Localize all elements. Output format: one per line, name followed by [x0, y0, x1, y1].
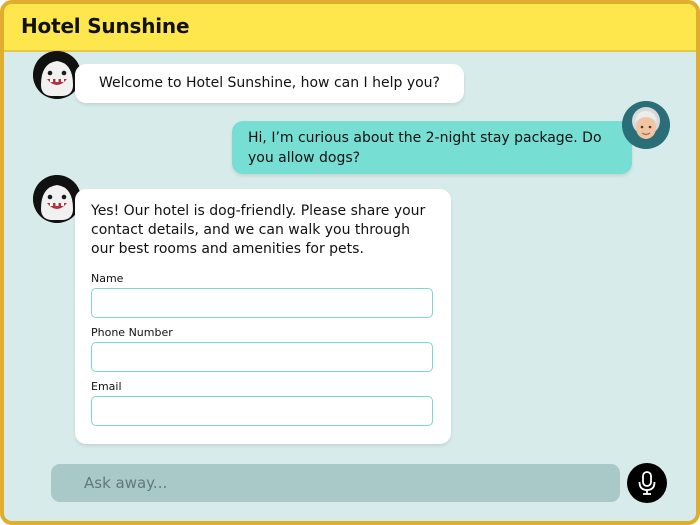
message-input[interactable]: [51, 464, 620, 502]
header-bar: Hotel Sunshine: [4, 4, 696, 52]
bot-avatar-icon: [33, 175, 81, 223]
chat-window: Hotel Sunshine Welcome to Hotel Sunshine…: [0, 0, 700, 525]
bot-message-line: contact details, and we can walk you thr…: [91, 222, 410, 238]
user-avatar-icon: [622, 101, 670, 149]
bot-avatar-icon: [33, 51, 81, 99]
name-field[interactable]: [91, 288, 433, 318]
user-message-bubble: Hi, I’m curious about the 2-night stay p…: [232, 121, 632, 174]
microphone-icon: [638, 471, 656, 495]
mic-button[interactable]: [627, 463, 667, 503]
name-label: Name: [91, 272, 124, 285]
page-title: Hotel Sunshine: [21, 14, 190, 38]
bot-message-text: Welcome to Hotel Sunshine, how can I hel…: [99, 75, 440, 91]
bot-form-bubble: Yes! Our hotel is dog-friendly. Please s…: [75, 189, 451, 444]
user-message-line: you allow dogs?: [248, 150, 361, 166]
bot-message-line: Yes! Our hotel is dog-friendly. Please s…: [91, 203, 426, 219]
bot-message-line: our best rooms and amenities for pets.: [91, 241, 364, 257]
phone-number-label: Phone Number: [91, 326, 173, 339]
user-message-line: Hi, I’m curious about the 2-night stay p…: [248, 130, 602, 146]
email-label: Email: [91, 380, 122, 393]
phone-number-field[interactable]: [91, 342, 433, 372]
email-field[interactable]: [91, 396, 433, 426]
bot-message-bubble: Welcome to Hotel Sunshine, how can I hel…: [75, 64, 464, 103]
